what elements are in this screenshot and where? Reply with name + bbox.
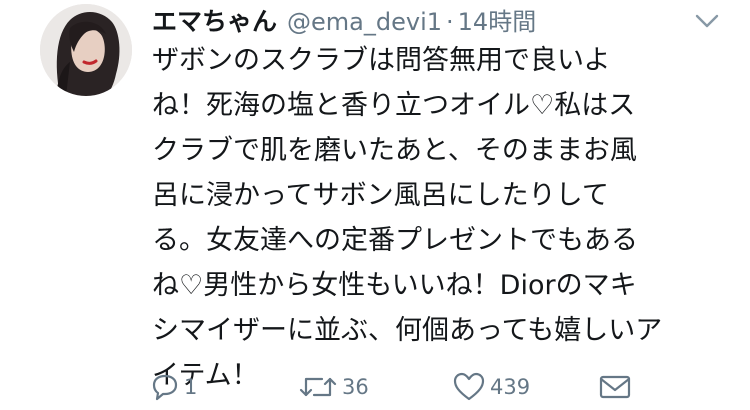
separator-dot: · <box>446 8 454 36</box>
envelope-icon <box>599 375 631 399</box>
heart-icon <box>453 372 485 401</box>
like-button[interactable]: 439 <box>452 367 530 407</box>
tweet: エマちゃん @ema_devi1 · 14時間 ザボンのスクラブは問答無用で良い… <box>0 0 750 410</box>
avatar[interactable] <box>40 4 132 96</box>
chevron-down-icon[interactable] <box>694 12 720 30</box>
reply-icon <box>152 374 178 401</box>
retweet-count: 36 <box>342 375 369 399</box>
like-count: 439 <box>490 375 531 399</box>
avatar-image <box>40 4 132 96</box>
tweet-header: エマちゃん @ema_devi1 · 14時間 <box>152 2 536 36</box>
display-name[interactable]: エマちゃん <box>152 2 277 38</box>
retweet-icon <box>299 377 337 397</box>
tweet-text: ザボンのスクラブは問答無用で良いよ ね！死海の塩と香り立つオイル♡私はス クラブ… <box>152 45 663 391</box>
reply-count: 1 <box>184 375 198 399</box>
timestamp[interactable]: 14時間 <box>458 2 537 37</box>
retweet-button[interactable]: 36 <box>298 367 369 407</box>
user-handle[interactable]: @ema_devi1 <box>287 8 442 36</box>
action-bar: 1 36 439 <box>0 367 750 407</box>
reply-button[interactable]: 1 <box>150 367 197 407</box>
direct-message-button[interactable] <box>598 367 632 407</box>
